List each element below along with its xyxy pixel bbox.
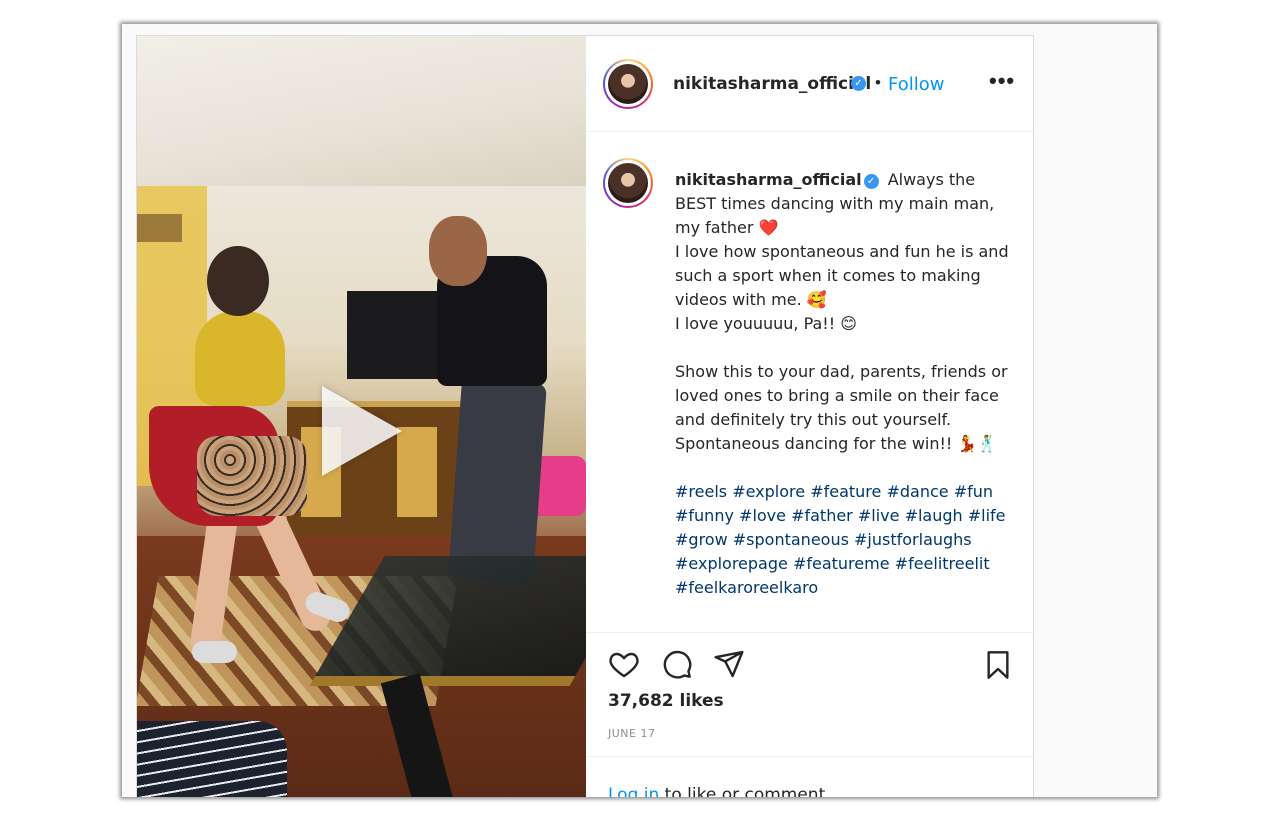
post-video[interactable] bbox=[137, 36, 586, 797]
hashtag-link[interactable]: #spontaneous bbox=[733, 530, 849, 549]
screenshot-frame: nikitasharma_official ✓ • Follow ••• nik… bbox=[122, 24, 1157, 797]
hashtag-link[interactable]: #live bbox=[858, 506, 900, 525]
login-prompt-text: to like or comment. bbox=[659, 785, 831, 797]
comment-icon[interactable] bbox=[660, 648, 694, 680]
login-link[interactable]: Log in bbox=[608, 785, 659, 797]
hashtag-link[interactable]: #grow bbox=[675, 530, 728, 549]
verified-badge-icon: ✓ bbox=[863, 174, 879, 189]
play-icon[interactable] bbox=[322, 386, 402, 476]
caption-text: nikitasharma_official ✓ Always the BEST t… bbox=[675, 168, 1015, 600]
separator-dot: • bbox=[875, 73, 881, 92]
hashtag-link[interactable]: #feelkaroreelkaro bbox=[675, 578, 818, 597]
hashtag-link[interactable]: #feelitreelit bbox=[895, 554, 990, 573]
post-header: nikitasharma_official ✓ • Follow ••• bbox=[586, 36, 1033, 132]
hashtag-link[interactable]: #fun bbox=[954, 482, 993, 501]
bookmark-icon[interactable] bbox=[982, 648, 1014, 682]
hashtag-link[interactable]: #explore bbox=[732, 482, 805, 501]
hashtag-link[interactable]: #explorepage bbox=[675, 554, 788, 573]
heart-icon[interactable] bbox=[607, 648, 641, 680]
hashtag-link[interactable]: #featureme bbox=[793, 554, 890, 573]
caption-avatar[interactable] bbox=[603, 158, 653, 208]
post-date: JUNE 17 bbox=[608, 727, 656, 740]
hashtag-link[interactable]: #justforlaughs bbox=[854, 530, 972, 549]
likes-count[interactable]: 37,682 likes bbox=[608, 691, 724, 711]
hashtag-link[interactable]: #reels bbox=[675, 482, 727, 501]
login-prompt: Log in to like or comment. bbox=[586, 756, 1033, 797]
caption-line-2: I love how spontaneous and fun he is and… bbox=[675, 242, 1009, 309]
caption-line-4: Show this to your dad, parents, friends … bbox=[675, 362, 1008, 453]
caption-line-3: I love youuuuu, Pa!! 😊 bbox=[675, 314, 857, 333]
header-username[interactable]: nikitasharma_official bbox=[673, 74, 871, 94]
verified-badge-icon: ✓ bbox=[851, 76, 866, 91]
hashtag-link[interactable]: #love bbox=[739, 506, 786, 525]
caption-username[interactable]: nikitasharma_official bbox=[675, 170, 862, 189]
post-actions: 37,682 likes JUNE 17 bbox=[586, 632, 1033, 757]
more-options-icon[interactable]: ••• bbox=[989, 68, 1015, 94]
hashtag-list: #reels #explore #feature #dance #fun #fu… bbox=[675, 480, 1015, 600]
share-icon[interactable] bbox=[712, 648, 746, 680]
avatar[interactable] bbox=[603, 59, 653, 109]
caption-area: nikitasharma_official ✓ Always the BEST t… bbox=[586, 132, 1033, 632]
follow-button[interactable]: Follow bbox=[888, 74, 944, 95]
hashtag-link[interactable]: #feature bbox=[810, 482, 881, 501]
hashtag-link[interactable]: #father bbox=[791, 506, 853, 525]
hashtag-link[interactable]: #laugh bbox=[905, 506, 963, 525]
hashtag-link[interactable]: #dance bbox=[886, 482, 948, 501]
hashtag-link[interactable]: #funny bbox=[675, 506, 734, 525]
post-side-panel: nikitasharma_official ✓ • Follow ••• nik… bbox=[586, 36, 1033, 797]
instagram-post: nikitasharma_official ✓ • Follow ••• nik… bbox=[136, 35, 1034, 797]
hashtag-link[interactable]: #life bbox=[968, 506, 1006, 525]
